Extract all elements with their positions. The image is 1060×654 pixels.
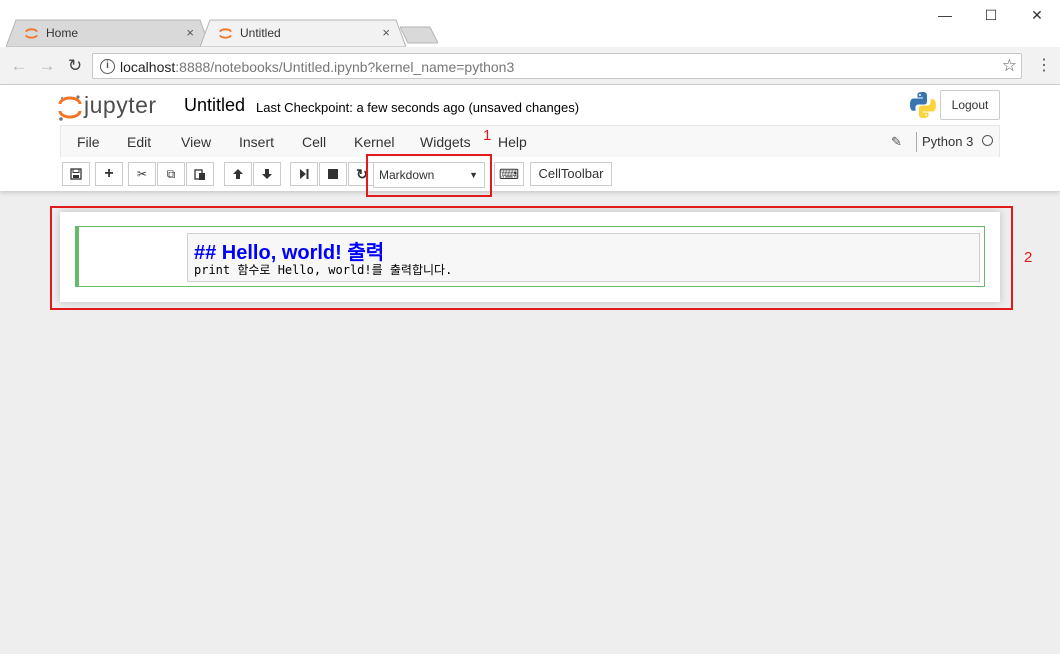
- menu-insert[interactable]: Insert: [239, 134, 274, 150]
- cut-scissors-icon[interactable]: ✂: [128, 162, 156, 186]
- menu-edit[interactable]: Edit: [127, 134, 151, 150]
- browser-titlebar: Home × Untitled × — ☐ ✕: [0, 0, 1060, 47]
- jupyter-logo-text: jupyter: [84, 92, 157, 118]
- maximize-icon[interactable]: ☐: [968, 0, 1014, 30]
- url-text[interactable]: localhost:8888/notebooks/Untitled.ipynb?…: [120, 59, 514, 75]
- menu-file[interactable]: File: [77, 134, 100, 150]
- copy-icon[interactable]: ⧉: [157, 162, 185, 186]
- menu-view[interactable]: View: [181, 134, 211, 150]
- celltoolbar-button[interactable]: CellToolbar: [530, 162, 612, 186]
- checkpoint-status: Last Checkpoint: a few seconds ago (unsa…: [256, 100, 580, 115]
- menu-help[interactable]: Help: [498, 134, 527, 150]
- annotation-box-2: [50, 206, 1013, 310]
- tab-close-icon[interactable]: ×: [186, 25, 194, 40]
- tab-untitled-label: Untitled: [240, 26, 281, 40]
- logout-button[interactable]: Logout: [940, 90, 1000, 120]
- tab-home-label: Home: [46, 26, 79, 40]
- paste-icon[interactable]: [186, 162, 214, 186]
- new-tab-button[interactable]: [400, 26, 438, 44]
- jupyter-logo[interactable]: jupyter: [58, 90, 178, 122]
- stop-square-icon[interactable]: [319, 162, 347, 186]
- window-close-icon[interactable]: ✕: [1014, 0, 1060, 30]
- save-glyph: [70, 168, 82, 180]
- paste-glyph: [194, 169, 205, 180]
- kernel-name: Python 3: [922, 134, 974, 149]
- tab-untitled[interactable]: Untitled ×: [200, 19, 406, 47]
- annotation-number-2: 2: [1024, 249, 1033, 266]
- browser-navbar: ← → ↻ i localhost:8888/notebooks/Untitle…: [0, 47, 1060, 85]
- run-glyph: [300, 169, 309, 179]
- browser-menu-icon[interactable]: ⋮: [1034, 56, 1054, 76]
- url-host: localhost: [120, 59, 176, 75]
- notebook-title[interactable]: Untitled: [184, 95, 245, 116]
- save-icon[interactable]: [62, 162, 90, 186]
- annotation-number-1: 1: [483, 127, 492, 144]
- jupyter-favicon-icon: [219, 28, 232, 39]
- back-arrow-icon[interactable]: ←: [8, 55, 30, 77]
- address-bar[interactable]: i localhost:8888/notebooks/Untitled.ipyn…: [92, 53, 1022, 79]
- forward-arrow-icon[interactable]: →: [36, 55, 58, 77]
- keyboard-shortcuts-icon[interactable]: ⌨: [494, 162, 524, 186]
- menu-widgets[interactable]: Widgets: [420, 134, 471, 150]
- jupyter-logo-icon: [58, 95, 82, 121]
- tab-close-icon[interactable]: ×: [382, 25, 390, 40]
- insert-cell-plus-icon[interactable]: +: [95, 162, 123, 186]
- pencil-edit-icon[interactable]: ✎: [891, 134, 902, 150]
- stop-glyph: [328, 169, 338, 179]
- jupyter-header: jupyter Untitled Last Checkpoint: a few …: [0, 85, 1060, 191]
- menu-cell[interactable]: Cell: [302, 134, 326, 150]
- bookmark-star-icon[interactable]: ☆: [1002, 56, 1017, 76]
- run-step-forward-icon[interactable]: [290, 162, 318, 186]
- kernel-idle-indicator-icon: [982, 135, 993, 146]
- python-logo-icon: [910, 92, 936, 118]
- jupyter-favicon-icon: [25, 28, 38, 39]
- url-path: :8888/notebooks/Untitled.ipynb?kernel_na…: [175, 59, 515, 75]
- minimize-icon[interactable]: —: [922, 0, 968, 30]
- menu-kernel[interactable]: Kernel: [354, 134, 394, 150]
- notebook-toolbar: + ✂ ⧉ ↻ Markdown ▼ ⌨ CellToolbar: [60, 157, 1000, 191]
- move-down-arrow-icon[interactable]: [253, 162, 281, 186]
- annotation-box-1: [366, 154, 492, 197]
- info-icon[interactable]: i: [100, 59, 115, 74]
- kernel-separator: [916, 132, 917, 152]
- notebook-menubar: File Edit View Insert Cell Kernel Widget…: [60, 125, 1000, 157]
- down-arrow-glyph: [262, 169, 272, 179]
- up-arrow-glyph: [233, 169, 243, 179]
- move-up-arrow-icon[interactable]: [224, 162, 252, 186]
- tab-home[interactable]: Home ×: [6, 19, 210, 47]
- reload-icon[interactable]: ↻: [64, 55, 86, 77]
